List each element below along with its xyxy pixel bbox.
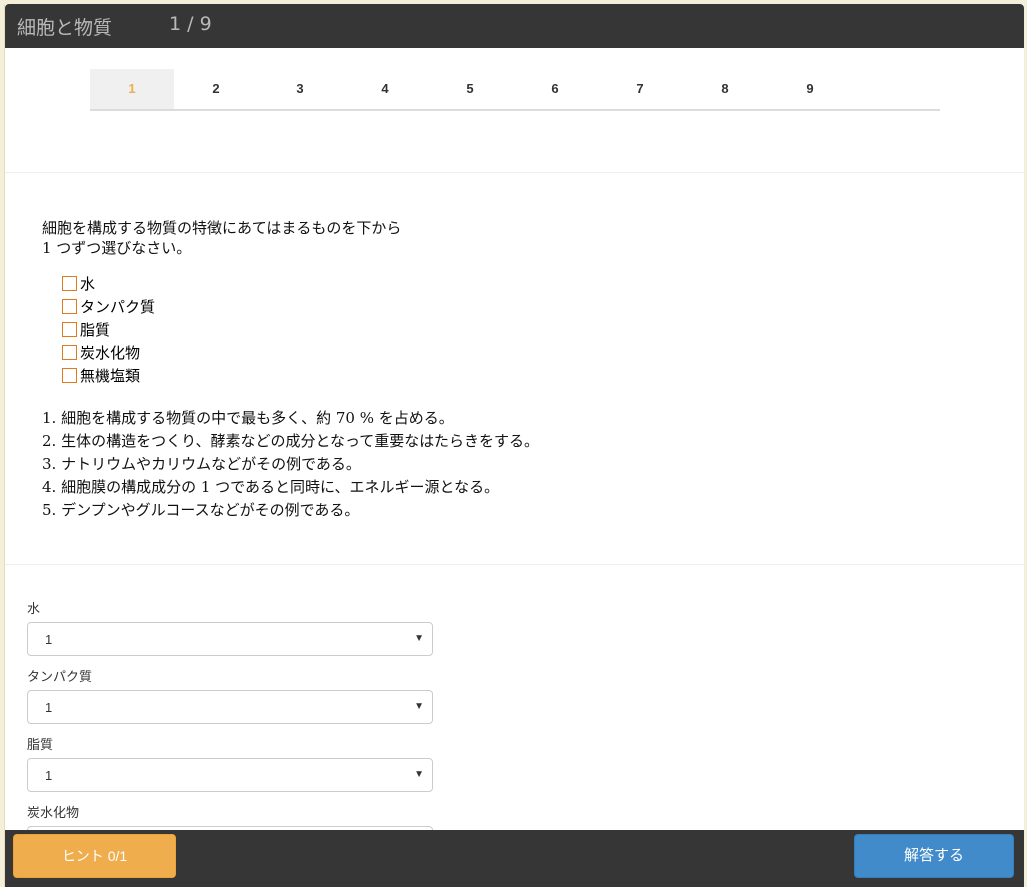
answer-label-water: 水 bbox=[27, 601, 41, 616]
statement-3: 3. ナトリウムやカリウムなどがその例である。 bbox=[42, 455, 361, 473]
choice-label: 無機塩類 bbox=[80, 367, 141, 385]
tab-9[interactable]: 9 bbox=[768, 69, 852, 109]
tab-3[interactable]: 3 bbox=[258, 69, 342, 109]
choice-item: 脂質 bbox=[62, 318, 155, 341]
submit-answer-button[interactable]: 解答する bbox=[854, 834, 1014, 878]
statement-4: 4. 細胞膜の構成成分の 1 つであると同時に、エネルギー源となる。 bbox=[42, 478, 500, 496]
answer-label-lipid: 脂質 bbox=[27, 737, 54, 752]
choice-label: タンパク質 bbox=[80, 298, 156, 316]
question-tabs: 1 2 3 4 5 6 7 8 9 bbox=[90, 69, 940, 111]
answer-select-protein[interactable]: 1 ▼ bbox=[27, 690, 433, 724]
choice-item: タンパク質 bbox=[62, 295, 155, 318]
selected-value: 1 bbox=[45, 632, 53, 647]
choice-item: 水 bbox=[62, 272, 155, 295]
checkbox-icon bbox=[62, 322, 77, 337]
tab-4[interactable]: 4 bbox=[343, 69, 427, 109]
statement-1: 1. 細胞を構成する物質の中で最も多く、約 70 % を占める。 bbox=[42, 409, 454, 427]
question-counter: 1 / 9 bbox=[169, 13, 212, 35]
choice-label: 炭水化物 bbox=[80, 344, 141, 362]
choice-item: 炭水化物 bbox=[62, 341, 155, 364]
tab-1[interactable]: 1 bbox=[90, 69, 174, 109]
choice-item: 無機塩類 bbox=[62, 364, 155, 387]
top-bar: 細胞と物質 1 / 9 bbox=[5, 4, 1024, 48]
choice-label: 脂質 bbox=[80, 321, 111, 339]
quiz-title: 細胞と物質 bbox=[17, 17, 113, 39]
quiz-panel: 細胞と物質 1 / 9 1 2 3 4 5 6 7 8 9 細胞を構成する物質の… bbox=[4, 4, 1024, 887]
tab-2[interactable]: 2 bbox=[174, 69, 258, 109]
tab-6[interactable]: 6 bbox=[513, 69, 597, 109]
selected-value: 1 bbox=[45, 700, 53, 715]
footer-bar: ヒント 0/1 解答する bbox=[5, 830, 1024, 887]
statement-2: 2. 生体の構造をつくり、酵素などの成分となって重要なはたらきをする。 bbox=[42, 432, 539, 450]
tab-5[interactable]: 5 bbox=[428, 69, 512, 109]
hint-button[interactable]: ヒント 0/1 bbox=[13, 834, 176, 878]
checkbox-icon bbox=[62, 368, 77, 383]
checkbox-icon bbox=[62, 276, 77, 291]
question-line-1: 細胞を構成する物質の特徴にあてはまるものを下から bbox=[42, 219, 402, 237]
tab-8[interactable]: 8 bbox=[683, 69, 767, 109]
divider bbox=[5, 564, 1024, 565]
selected-value: 1 bbox=[45, 768, 53, 783]
statement-5: 5. デンプンやグルコースなどがその例である。 bbox=[42, 501, 360, 519]
answer-select-lipid[interactable]: 1 ▼ bbox=[27, 758, 433, 792]
statement-list: 1. 細胞を構成する物質の中で最も多く、約 70 % を占める。 2. 生体の構… bbox=[42, 407, 842, 522]
answer-label-protein: タンパク質 bbox=[27, 669, 93, 684]
answer-label-carbohydrate: 炭水化物 bbox=[27, 805, 80, 820]
choice-label: 水 bbox=[80, 275, 96, 293]
caret-down-icon: ▼ bbox=[414, 769, 424, 780]
divider bbox=[5, 172, 1024, 173]
caret-down-icon: ▼ bbox=[414, 633, 424, 644]
tab-7[interactable]: 7 bbox=[598, 69, 682, 109]
question-text: 細胞を構成する物質の特徴にあてはまるものを下から 1 つずつ選びなさい。 bbox=[42, 218, 742, 258]
question-line-2: 1 つずつ選びなさい。 bbox=[42, 239, 192, 257]
checkbox-icon bbox=[62, 299, 77, 314]
caret-down-icon: ▼ bbox=[414, 701, 424, 712]
checkbox-icon bbox=[62, 345, 77, 360]
choice-list: 水 タンパク質 脂質 炭水化物 無機塩類 bbox=[62, 272, 155, 387]
answer-select-water[interactable]: 1 ▼ bbox=[27, 622, 433, 656]
